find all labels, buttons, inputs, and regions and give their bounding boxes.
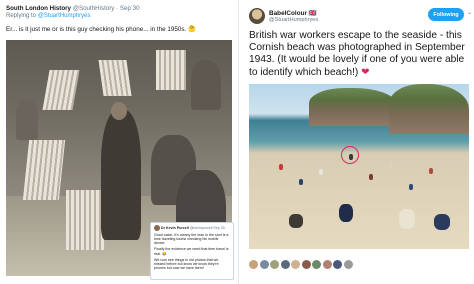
left-tweet-handle[interactable]: @SouthHistory xyxy=(73,5,115,12)
right-tweet-body: British war workers escape to the seasid… xyxy=(249,30,465,78)
reply-card-date: Sep 30 xyxy=(213,225,225,230)
chevron-down-icon[interactable]: ⌄ xyxy=(467,9,472,16)
avatar[interactable] xyxy=(249,8,265,24)
reply-card-handle[interactable]: @kevinpurcell xyxy=(190,226,213,230)
reply-card-line3: We now see things in old photos that we … xyxy=(154,257,219,271)
left-tweet-header: South London History @SouthHistory · Sep… xyxy=(6,5,140,12)
right-tweet-photo[interactable] xyxy=(249,84,469,249)
left-tweet-name[interactable]: South London History xyxy=(6,5,71,12)
following-button[interactable]: Following xyxy=(428,8,464,21)
left-tweet-date[interactable]: Sep 30 xyxy=(120,5,140,12)
right-tweet-handle[interactable]: @StuartHumphryes xyxy=(269,17,318,23)
reply-to-line: Replying to @StuartHumphryes xyxy=(6,13,90,19)
right-tweet: BabelColour 🇬🇧 @StuartHumphryes Followin… xyxy=(238,0,474,284)
flag-icon: 🇬🇧 xyxy=(308,10,317,17)
heart-icon: ❤ xyxy=(361,66,370,78)
reply-card[interactable]: Dr Kevin Purcell @kevinpurcell Sep 30 Go… xyxy=(150,222,234,280)
liker-avatars[interactable] xyxy=(249,260,354,269)
reply-card-line1: Good catch. It's clearly the man in the … xyxy=(154,232,229,246)
left-tweet: South London History @SouthHistory · Sep… xyxy=(0,0,236,284)
reply-handle-link[interactable]: @StuartHumphryes xyxy=(38,13,91,19)
right-tweet-text: British war workers escape to the seasid… xyxy=(249,30,469,79)
right-tweet-name-row[interactable]: BabelColour 🇬🇧 xyxy=(269,9,317,17)
right-tweet-name[interactable]: BabelColour xyxy=(269,10,307,17)
reply-card-header: Dr Kevin Purcell @kevinpurcell Sep 30 xyxy=(154,225,230,231)
reply-prefix: Replying to xyxy=(6,13,37,19)
left-tweet-text: Er... is it just me or is this guy check… xyxy=(6,26,196,33)
highlight-circle xyxy=(341,146,359,164)
reply-card-line2: Finally the evidence we need that time t… xyxy=(154,247,229,256)
reply-card-name[interactable]: Dr Kevin Purcell xyxy=(161,226,189,230)
avatar[interactable] xyxy=(154,225,160,231)
